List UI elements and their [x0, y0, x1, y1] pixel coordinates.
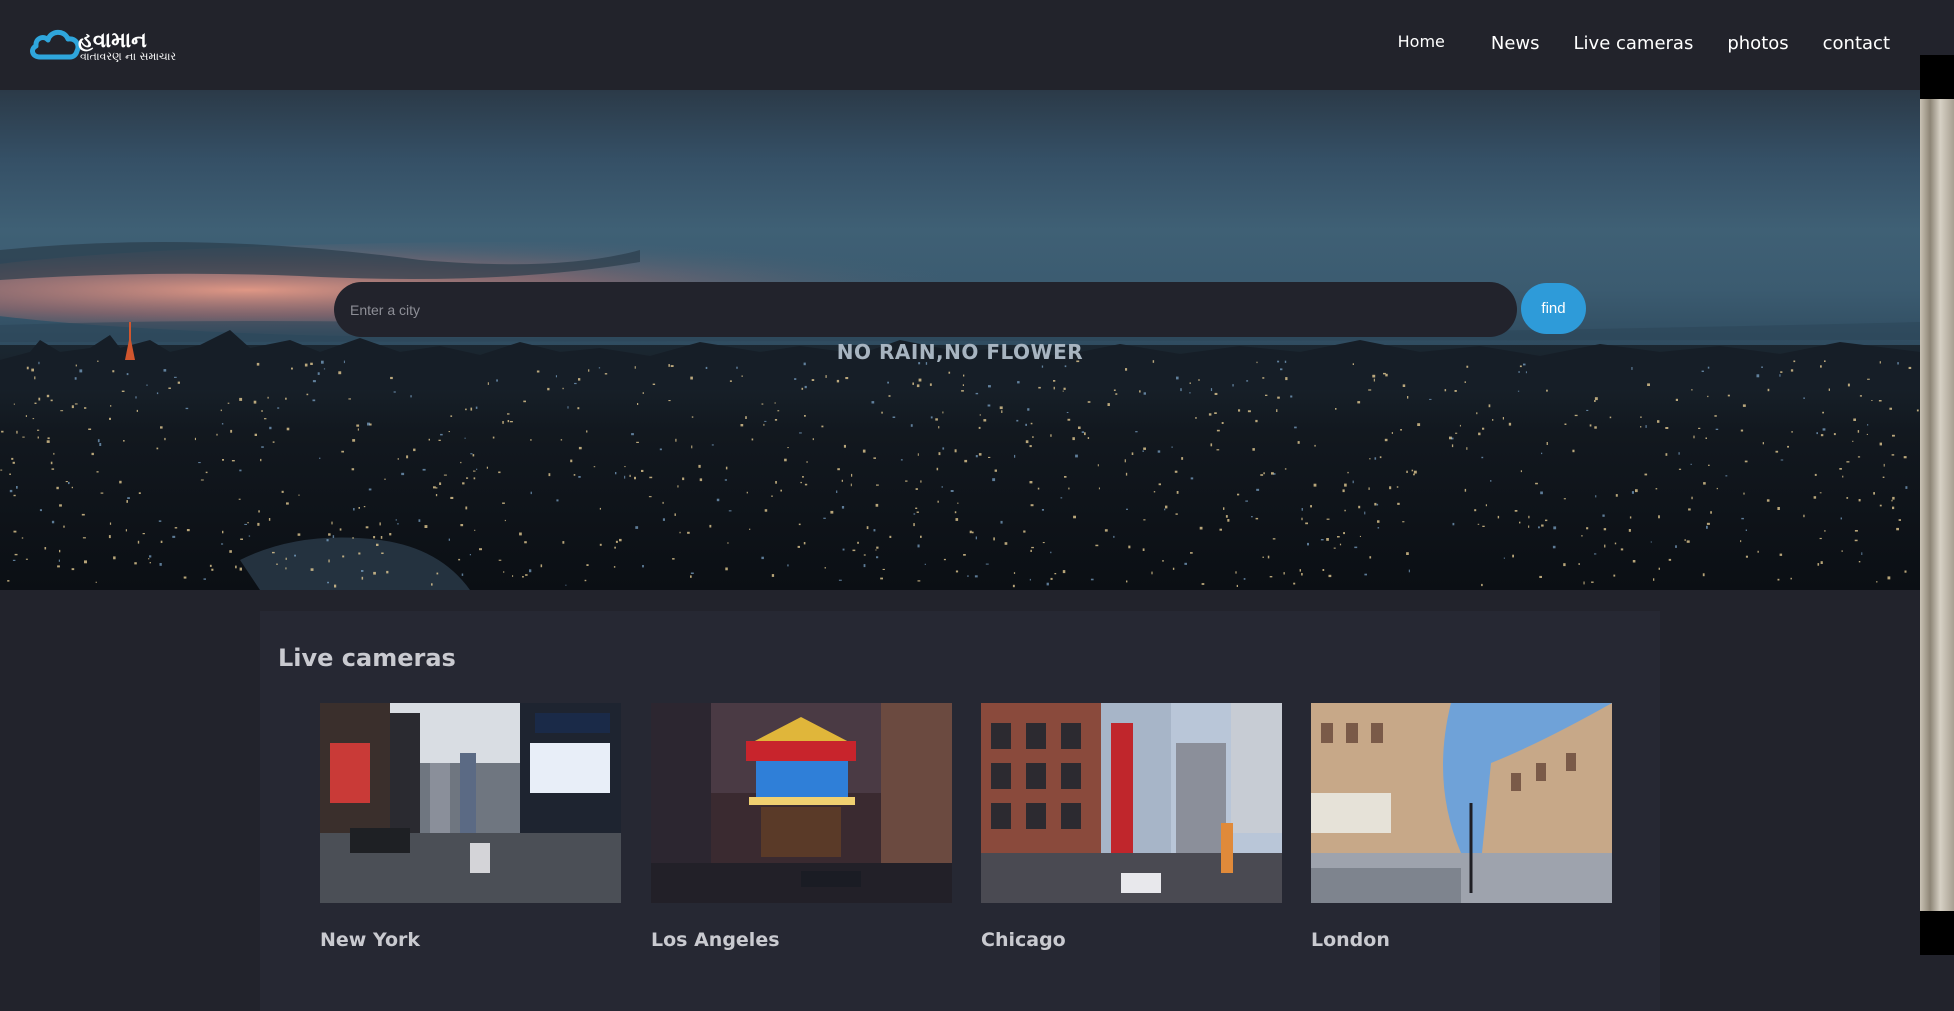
logo-subtitle: વાતાવરણ ના સમાચાર: [80, 50, 177, 63]
live-cameras-section: Live cameras New York Los Angeles Chicag…: [260, 611, 1660, 1011]
camera-thumbnail-los-angeles[interactable]: [651, 703, 952, 903]
camera-thumbnail-chicago[interactable]: [981, 703, 1282, 903]
site-logo[interactable]: હવામાન વાતાવરણ ના સમાચાર: [28, 27, 198, 67]
camera-city-label: New York: [320, 929, 421, 951]
nav-contact[interactable]: contact: [1823, 33, 1890, 54]
nav-photos[interactable]: photos: [1727, 33, 1788, 54]
camera-card-london[interactable]: London: [1311, 703, 1612, 951]
logo-title: હવામાન: [78, 28, 147, 52]
nav-live-cameras[interactable]: Live cameras: [1574, 33, 1694, 54]
side-image-strip: [1920, 55, 1954, 955]
camera-thumbnail-new-york[interactable]: [320, 703, 621, 903]
city-search-input[interactable]: [334, 282, 1517, 337]
hero-tagline: NO RAIN,NO FLOWER: [836, 340, 1084, 364]
section-title: Live cameras: [278, 644, 456, 672]
find-button[interactable]: find: [1521, 283, 1586, 334]
hero-banner: find NO RAIN,NO FLOWER: [0, 90, 1920, 590]
camera-city-label: Los Angeles: [651, 929, 780, 951]
nav-home[interactable]: Home: [1398, 32, 1445, 51]
camera-thumbnail-london[interactable]: [1311, 703, 1612, 903]
main-nav: Home News Live cameras photos contact: [1364, 0, 1890, 86]
camera-city-label: London: [1311, 929, 1390, 951]
camera-city-label: Chicago: [981, 929, 1066, 951]
nav-news[interactable]: News: [1491, 33, 1540, 54]
camera-card-los-angeles[interactable]: Los Angeles: [651, 703, 952, 951]
camera-card-new-york[interactable]: New York: [320, 703, 621, 951]
camera-card-chicago[interactable]: Chicago: [981, 703, 1282, 951]
strip-top-block: [1920, 55, 1954, 99]
top-header: હવામાન વાતાવરણ ના સમાચાર Home News Live …: [0, 0, 1920, 90]
cloud-icon: [30, 29, 81, 60]
strip-bottom-block: [1920, 911, 1954, 955]
